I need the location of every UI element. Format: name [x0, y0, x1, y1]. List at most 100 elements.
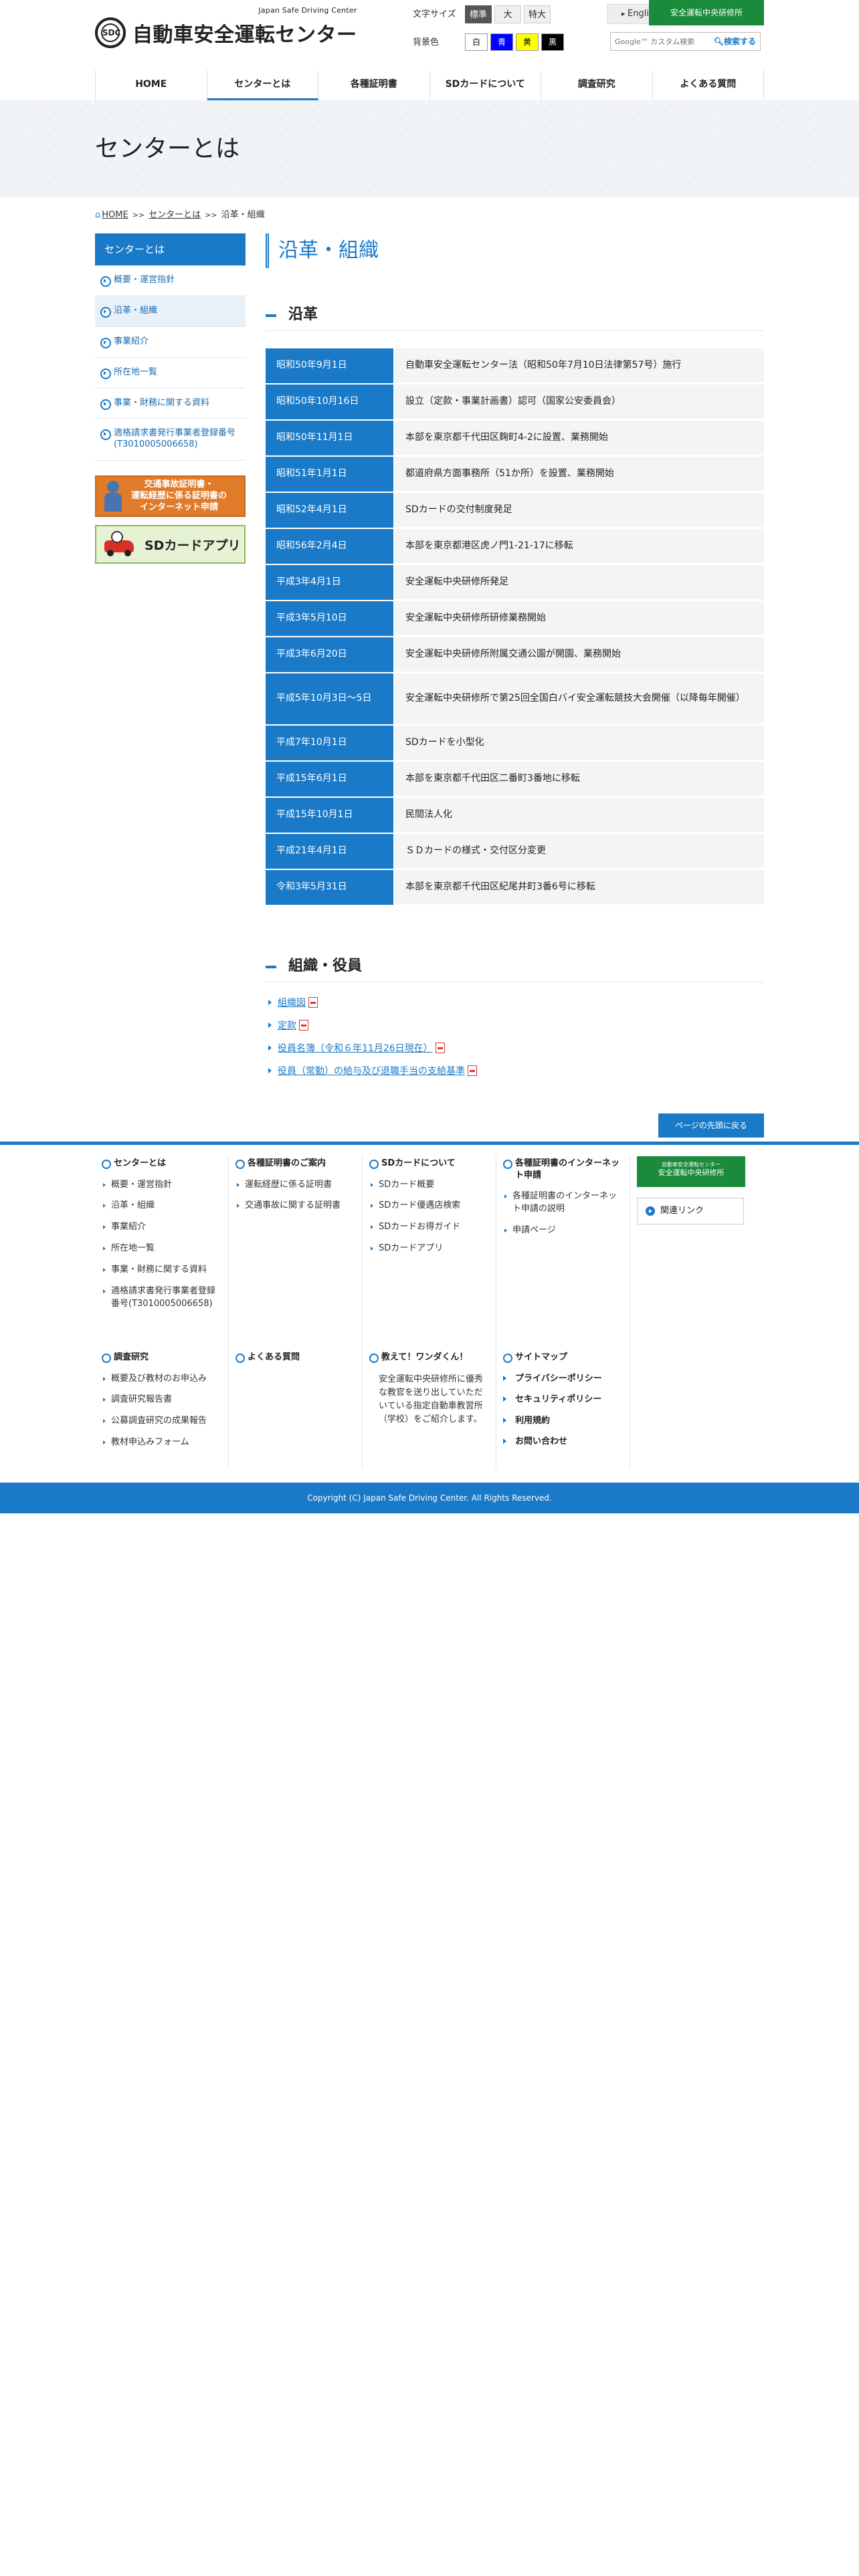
footer-misc-link[interactable]: 利用規約: [503, 1415, 624, 1427]
footer-misc-link[interactable]: プライバシーポリシー: [503, 1373, 624, 1385]
gnav-about[interactable]: センターとは: [207, 70, 318, 100]
bg-color-label: 背景色: [413, 37, 440, 47]
search-button[interactable]: 🔍︎検索する: [714, 34, 759, 49]
history-row: 平成5年10月3日～5日 安全運転中央研修所で第25回全国白バイ安全運転競技大会開…: [266, 673, 764, 724]
bg-blue-button[interactable]: 青: [490, 33, 513, 51]
footer-heading[interactable]: 調査研究: [102, 1352, 223, 1364]
history-row: 昭和56年2月4日 本部を東京都港区虎ノ門1-21-17に移転: [266, 529, 764, 564]
related-links-button[interactable]: 関連リンク: [637, 1198, 744, 1224]
org-heading: 組織・役員: [266, 953, 764, 982]
training-center-button[interactable]: 安全運転中央研修所: [649, 0, 764, 25]
footer-link[interactable]: 教材申込みフォーム: [102, 1436, 223, 1449]
footer-banner-sub: 自動車安全運転センター: [662, 1162, 721, 1168]
footer-link[interactable]: 交通事故に関する証明書: [235, 1200, 357, 1212]
search-input[interactable]: [612, 34, 712, 49]
home-icon: ⌂: [95, 210, 101, 220]
org-link-label: 役員（常勤）の給与及び退職手当の支給基準: [278, 1066, 465, 1077]
history-date: 平成15年6月1日: [266, 762, 395, 796]
history-date: 平成3年6月20日: [266, 637, 395, 672]
breadcrumb-current: 沿革・組織: [221, 210, 265, 220]
footer-link[interactable]: 運転経歴に係る証明書: [235, 1179, 357, 1192]
sd-card-app-banner[interactable]: SDカードアプリ: [95, 525, 246, 564]
sidebar-item-finance[interactable]: 事業・財務に関する資料: [95, 389, 246, 419]
footer-col-faq: よくある質問: [229, 1342, 363, 1469]
footer-link[interactable]: SDカード概要: [369, 1179, 490, 1192]
bg-white-button[interactable]: 白: [465, 33, 488, 51]
footer-heading[interactable]: よくある質問: [235, 1352, 357, 1364]
footer-col-sdcard: SDカードについて SDカード概要 SDカード優遇店検索 SDカードお得ガイド …: [363, 1155, 496, 1342]
history-event: 設立（定款・事業計画書）認可（国家公安委員会）: [395, 385, 764, 419]
footer-heading[interactable]: 教えて！ワンダくん！: [369, 1352, 490, 1364]
history-date: 平成3年4月1日: [266, 565, 395, 600]
footer-link[interactable]: 事業・財務に関する資料: [102, 1264, 223, 1277]
footer-heading[interactable]: 各種証明書のご案内: [235, 1158, 357, 1170]
banner2-label: SDカードアプリ: [145, 538, 241, 553]
footer-row-1: センターとは 概要・運営指針 沿革・組織 事業紹介 所在地一覧 事業・財務に関す…: [95, 1155, 764, 1342]
footer-link[interactable]: SDカード優遇店検索: [369, 1200, 490, 1212]
footer-heading[interactable]: 各種証明書のインターネット申請: [503, 1158, 624, 1181]
sidebar-item-overview[interactable]: 概要・運営指針: [95, 265, 246, 296]
footer-link[interactable]: 申請ページ: [503, 1224, 624, 1237]
footer-col-misc: サイトマップ プライバシーポリシー セキュリティポリシー 利用規約 お問い合わせ: [496, 1342, 630, 1469]
org-link-chart[interactable]: 組織図: [268, 996, 764, 1009]
footer-col-banners: 自動車安全運転センター 安全運転中央研修所 関連リンク: [630, 1155, 764, 1342]
history-event: 自動車安全運転センター法（昭和50年7月10日法律第57号）施行: [395, 348, 764, 383]
page-top-button[interactable]: ページの先頭に戻る: [658, 1113, 764, 1138]
org-link-officers[interactable]: 役員名簿（令和６年11月26日現在）: [268, 1041, 764, 1055]
footer-link[interactable]: SDカードお得ガイド: [369, 1221, 490, 1234]
footer-link[interactable]: 調査研究報告書: [102, 1394, 223, 1406]
footer-link[interactable]: 概要・運営指針: [102, 1179, 223, 1192]
history-row: 昭和51年1月1日 都道府県方面事務所（51か所）を設置、業務開始: [266, 457, 764, 492]
site-logo[interactable]: SDC Japan Safe Driving Center 自動車安全運転センタ…: [95, 6, 357, 49]
footer-link[interactable]: 概要及び教材のお申込み: [102, 1373, 223, 1386]
font-size-normal-button[interactable]: 標準: [465, 5, 492, 23]
history-table: 昭和50年9月1日 自動車安全運転センター法（昭和50年7月10日法律第57号）施…: [266, 347, 764, 906]
bg-yellow-button[interactable]: 黄: [516, 33, 539, 51]
sidebar-item-history[interactable]: 沿革・組織: [95, 296, 246, 327]
sidebar-item-business[interactable]: 事業紹介: [95, 327, 246, 358]
main-title: 沿革・組織: [266, 233, 764, 268]
footer-heading[interactable]: センターとは: [102, 1158, 223, 1170]
history-event: SDカードの交付制度発足: [395, 493, 764, 528]
font-size-xlarge-button[interactable]: 特大: [524, 5, 551, 23]
footer-link[interactable]: SDカードアプリ: [369, 1243, 490, 1255]
gnav-research[interactable]: 調査研究: [541, 70, 653, 100]
breadcrumb-home[interactable]: HOME: [102, 210, 128, 220]
footer-training-center-banner[interactable]: 自動車安全運転センター 安全運転中央研修所: [637, 1156, 745, 1187]
breadcrumb-parent[interactable]: センターとは: [149, 210, 201, 220]
bg-black-button[interactable]: 黒: [541, 33, 564, 51]
gnav-certificates[interactable]: 各種証明書: [318, 70, 430, 100]
sidebar-item-locations[interactable]: 所在地一覧: [95, 358, 246, 389]
gnav-sd-card[interactable]: SDカードについて: [430, 70, 541, 100]
footer-col-internet: 各種証明書のインターネット申請 各種証明書のインターネット申請の説明 申請ページ: [496, 1155, 630, 1342]
search-box: 🔍︎検索する: [610, 32, 761, 51]
footer-misc-link[interactable]: お問い合わせ: [503, 1436, 624, 1448]
footer-heading[interactable]: サイトマップ: [503, 1352, 624, 1364]
footer-link[interactable]: 事業紹介: [102, 1221, 223, 1234]
footer-heading[interactable]: SDカードについて: [369, 1158, 490, 1170]
history-row: 平成15年6月1日 本部を東京都千代田区二番町3番地に移転: [266, 762, 764, 796]
sidebar-item-invoice[interactable]: 適格請求書発行事業者登録番号(T3010005006658): [95, 419, 246, 461]
page-title: センターとは: [95, 135, 240, 163]
footer-link[interactable]: 所在地一覧: [102, 1243, 223, 1255]
footer-link[interactable]: 各種証明書のインターネット申請の説明: [503, 1190, 624, 1216]
org-links: 組織図 定款 役員名簿（令和６年11月26日現在） 役員（常勤）の給与及び退職手…: [266, 996, 764, 1077]
main-content: 沿革・組織 沿革 昭和50年9月1日 自動車安全運転センター法（昭和50年7月10…: [266, 233, 764, 1087]
footer-misc-link[interactable]: セキュリティポリシー: [503, 1394, 624, 1406]
pdf-icon: [435, 1043, 445, 1053]
org-link-salary[interactable]: 役員（常勤）の給与及び退職手当の支給基準: [268, 1064, 764, 1077]
gnav-home[interactable]: HOME: [96, 70, 207, 100]
footer-link[interactable]: 適格請求書発行事業者登録番号(T3010005006658): [102, 1285, 223, 1311]
pdf-icon: [299, 1020, 308, 1031]
footer-link[interactable]: 公募調査研究の成果報告: [102, 1415, 223, 1428]
sidebar-heading[interactable]: センターとは: [95, 233, 246, 265]
logo-subtitle: Japan Safe Driving Center: [258, 6, 357, 15]
footer-link[interactable]: 沿革・組織: [102, 1200, 223, 1212]
content: センターとは 概要・運営指針 沿革・組織 事業紹介 所在地一覧 事業・財務に関す…: [95, 233, 764, 1087]
gnav-faq[interactable]: よくある質問: [653, 70, 764, 100]
breadcrumb-separator: >>: [205, 211, 217, 219]
history-date: 昭和56年2月4日: [266, 529, 395, 564]
org-link-articles[interactable]: 定款: [268, 1018, 764, 1032]
internet-application-banner[interactable]: 交通事故証明書・ 運転経歴に係る証明書の インターネット申請: [95, 475, 246, 518]
font-size-large-button[interactable]: 大: [494, 5, 521, 23]
